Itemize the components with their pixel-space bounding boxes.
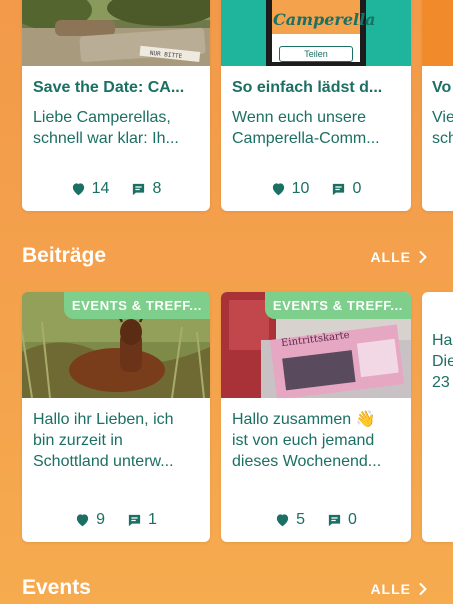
post-image-app-share: Camperella Teilen xyxy=(221,0,411,66)
like-count[interactable]: 10 xyxy=(271,180,309,198)
comment-icon xyxy=(128,514,141,526)
post-excerpt: Wenn euch unsere Camperella-Comm... xyxy=(232,109,380,147)
like-count[interactable]: 9 xyxy=(75,511,105,529)
post-card-save-the-date[interactable]: NUR BITTE Save the Date: CA... Liebe Cam… xyxy=(22,0,210,211)
comment-icon xyxy=(133,183,145,195)
post-excerpt: Hallo ihr Lieben, ich bin zurzeit in Sch… xyxy=(33,411,174,470)
comment-icon xyxy=(328,514,341,526)
post-stats: 5 0 xyxy=(221,509,411,531)
comment-count[interactable]: 0 xyxy=(331,180,361,198)
post-card-invite[interactable]: Camperella Teilen So einfach lädst d... … xyxy=(221,0,411,211)
post-excerpt: Liebe Camperellas, schnell war klar: Ih.… xyxy=(33,109,179,147)
post-card-scotland[interactable]: EVENTS & TREFF... Hallo ihr Lieben, ich … xyxy=(22,292,210,542)
share-button-preview: Teilen xyxy=(279,46,353,62)
heart-icon xyxy=(72,183,84,196)
post-title: Save the Date: CA... xyxy=(33,79,185,96)
post-stats: 10 0 xyxy=(221,178,411,200)
heart-icon xyxy=(272,183,284,196)
post-stats: 9 1 xyxy=(22,509,210,531)
post-title: Vo xyxy=(432,79,452,96)
post-card-weekend[interactable]: Eintrittskarte EVENTS & TREFF... Hallo z… xyxy=(221,292,411,542)
post-excerpt: Ha Die 23 xyxy=(432,332,453,391)
like-count[interactable]: 5 xyxy=(275,511,305,529)
chevron-right-icon xyxy=(419,251,427,263)
category-badge: EVENTS & TREFF... xyxy=(63,292,210,319)
see-all-events-link[interactable]: ALLE xyxy=(370,581,427,597)
post-card-partial-beitraege[interactable]: Ha Die 23 xyxy=(422,292,453,542)
section-title-events: Events xyxy=(22,576,91,599)
post-image-partial xyxy=(422,0,453,66)
see-all-beitraege-link[interactable]: ALLE xyxy=(370,249,427,265)
post-card-partial[interactable]: Vo Vie sch xyxy=(422,0,453,211)
chevron-right-icon xyxy=(419,583,427,595)
comment-count[interactable]: 1 xyxy=(127,511,157,529)
camperella-logo: Camperella xyxy=(273,10,376,29)
section-title-beitraege: Beiträge xyxy=(22,244,107,267)
post-image-forest: NUR BITTE xyxy=(22,0,210,66)
like-count[interactable]: 14 xyxy=(71,180,109,198)
comment-count[interactable]: 0 xyxy=(327,511,357,529)
post-excerpt: Vie sch xyxy=(432,109,453,147)
see-all-label: ALLE xyxy=(370,581,411,597)
post-excerpt: Hallo zusammen 👋 ist von euch jemand die… xyxy=(232,411,382,470)
category-badge: EVENTS & TREFF... xyxy=(264,292,411,319)
comment-count[interactable]: 8 xyxy=(131,180,161,198)
post-image-deer: EVENTS & TREFF... xyxy=(22,292,210,398)
see-all-label: ALLE xyxy=(370,249,411,265)
heart-icon xyxy=(76,514,89,527)
heart-icon xyxy=(276,514,289,527)
post-stats: 14 8 xyxy=(22,178,210,200)
comment-icon xyxy=(333,183,345,195)
post-title: So einfach lädst d... xyxy=(232,79,383,96)
post-image-ticket: Eintrittskarte EVENTS & TREFF... xyxy=(221,292,411,398)
